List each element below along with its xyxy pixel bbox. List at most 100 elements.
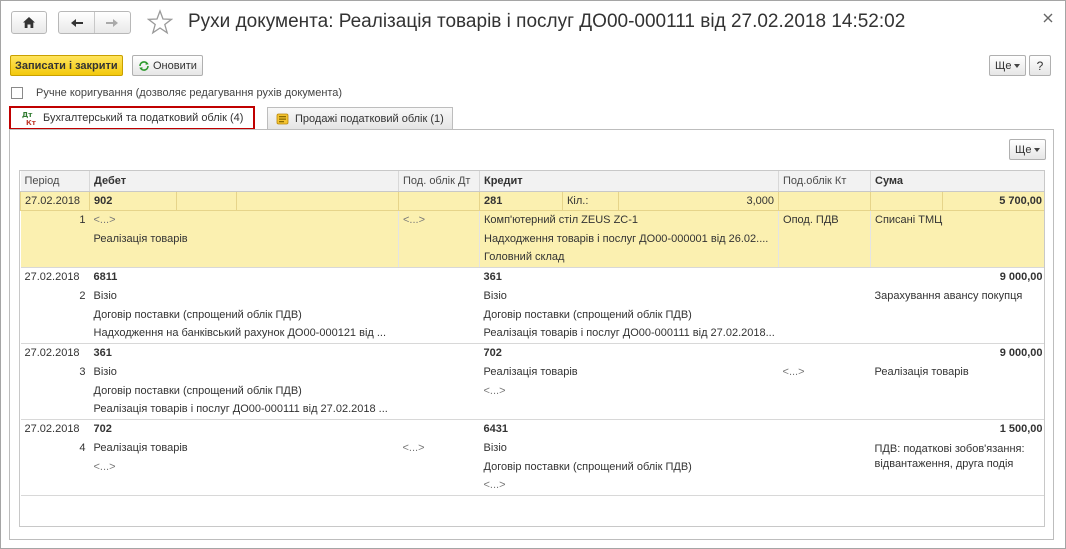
row-sum: 9 000,00 [999,346,1043,359]
chevron-down-icon [1014,63,1021,68]
credit-subconto: Головний склад [478,248,779,268]
row-content: ПДВ: податкові зобов'язання: відвантажен… [874,443,1025,470]
row-number: 1 [20,210,90,229]
svg-text:Дт: Дт [22,111,33,119]
panel-more-button[interactable]: Ще [1009,139,1047,160]
star-icon[interactable] [147,9,173,35]
debit-account: 902 [89,190,177,211]
movements-table[interactable]: Період Дебет Под. облік Дт Кредит Под.об… [19,170,1045,527]
col-tax-dt[interactable]: Под. облік Дт [398,171,480,192]
table-row[interactable]: 2 Візіо Візіо Зарахування авансу покупця [21,286,1045,305]
col-sum[interactable]: Сума [870,171,1044,192]
tab-sales-tax[interactable]: Продажі податковий облік (1) [267,107,453,129]
panel-more-label: Ще [1015,143,1032,156]
row-date: 27.02.2018 [24,346,80,359]
table-row[interactable]: Головний склад [20,248,1044,268]
debit-subconto: Реалізація товарів [89,229,399,248]
tax-kt: Опод. ПДВ [778,210,871,229]
row-sum: 1 500,00 [999,422,1043,435]
debit-subconto: Договір поставки (спрощений облік ПДВ) [93,384,302,397]
more-label: Ще [995,59,1012,72]
col-tax-kt[interactable]: Под.облік Кт [778,171,872,192]
tab-accounting-label: Бухгалтерський та податковий облік (4) [43,112,244,124]
credit-subconto: Візіо [483,289,507,302]
tab-sales-tax-label: Продажі податковий облік (1) [295,112,444,125]
tax-dt [399,267,480,286]
tax-kt: <...> [782,365,805,378]
table-row[interactable]: 1 <...> <...> Комп'ютерний стіл ZEUS ZC-… [20,210,1044,229]
arrow-right-icon [106,18,119,27]
refresh-button[interactable]: Оновити [132,55,203,76]
debit-account: 702 [93,422,112,435]
credit-subconto: Договір поставки (спрощений облік ПДВ) [483,308,692,321]
home-button[interactable] [11,11,47,34]
table-row[interactable]: 27.02.2018 902 281 Кіл.: 3,000 5 700,00 [20,190,1044,211]
col-credit[interactable]: Кредит [479,171,780,192]
row-content: Реалізація товарів [874,365,969,378]
table-row[interactable]: Договір поставки (спрощений облік ПДВ) <… [21,381,1045,400]
home-icon [23,17,35,28]
refresh-label: Оновити [153,59,197,72]
tax-dt: <...> [402,441,425,454]
table-row[interactable]: 27.02.2018 6811 361 9 000,00 [21,267,1045,286]
col-debit[interactable]: Дебет [89,171,399,192]
save-and-close-button[interactable]: Записати і закрити [10,55,123,76]
table-row[interactable]: Реалізація товарів і послуг ДО00-000111 … [20,400,1044,420]
table-row[interactable]: Надходження на банківський рахунок ДО00-… [20,324,1044,344]
debit-subconto: <...> [89,210,399,229]
tax-kt [779,267,871,286]
svg-text:Кт: Кт [26,119,37,126]
tab-panel: Ще Період Дебет Под. облік Дт Кредит Под… [9,129,1054,540]
manual-adjustment: Ручне коригування (дозволяє редагування … [11,87,342,99]
window-title: Рухи документа: Реалізація товарів і пос… [188,11,906,32]
manual-adjustment-label: Ручне коригування (дозволяє редагування … [36,87,343,99]
row-date: 27.02.2018 [20,190,90,211]
debit-subconto: Надходження на банківський рахунок ДО00-… [89,324,480,344]
tab-accounting[interactable]: Дт Кт Бухгалтерський та податковий облік… [9,106,256,130]
back-button[interactable] [59,12,94,33]
credit-account: 6431 [483,422,508,435]
tax-dt: <...> [398,210,480,229]
table-row[interactable]: 27.02.2018 361 702 9 000,00 [21,343,1045,362]
credit-subconto: Договір поставки (спрощений облік ПДВ) [483,460,692,473]
credit-subconto: Реалізація товарів [483,365,578,378]
refresh-icon [139,60,149,71]
debit-subconto: Реалізація товарів і послуг ДО00-000111 … [89,400,480,420]
movements-window: Рухи документа: Реалізація товарів і пос… [0,0,1066,549]
row-number: 2 [79,289,86,302]
debit-account: 6811 [93,270,118,283]
table-header: Період Дебет Под. облік Дт Кредит Под.об… [20,171,1044,192]
help-button[interactable]: ? [1029,55,1051,76]
credit-subconto: Комп'ютерний стіл ZEUS ZC-1 [478,210,779,229]
chevron-down-icon [1034,147,1041,152]
table-row[interactable]: 3 Візіо Реалізація товарів <...> Реаліза… [21,362,1045,381]
credit-subconto: <...> [483,384,506,397]
credit-subconto: Реалізація товарів і послуг ДО00-000111 … [479,324,871,344]
debit-account: 361 [93,346,112,359]
table-row[interactable]: 4 Реалізація товарів <...> Візіо ПДВ: по… [21,438,1045,471]
debit-subconto: Візіо [93,365,117,378]
row-date: 27.02.2018 [24,270,80,283]
forward-button[interactable] [95,12,130,33]
qty-label: Кіл.: [562,190,619,211]
table-row[interactable]: Реалізація товарів Надходження товарів і… [20,229,1044,248]
row-date: 27.02.2018 [24,422,80,435]
debit-subconto: Договір поставки (спрощений облік ПДВ) [93,308,302,321]
table-row[interactable]: Договір поставки (спрощений облік ПДВ) Д… [21,305,1045,324]
credit-account: 281 [479,190,563,211]
col-period[interactable]: Період [20,171,90,192]
close-icon[interactable] [1041,11,1055,25]
qty-value: 3,000 [617,190,780,211]
dt-kt-icon: Дт Кт [22,111,37,126]
table-row[interactable]: 27.02.2018 702 6431 1 500,00 [21,419,1045,438]
manual-adjustment-checkbox[interactable] [11,87,23,99]
debit-subconto: Візіо [93,289,117,302]
credit-subconto: Надходження товарів і послуг ДО00-000001… [478,229,779,248]
history-navigation [58,11,131,34]
more-menu-button[interactable]: Ще [989,55,1027,76]
toolbar: Записати і закрити Оновити Ще ? [10,55,1054,77]
table-row[interactable]: <...> [20,476,1044,496]
tax-dt [399,343,480,362]
row-content: Списані ТМЦ [870,210,1044,229]
title-bar: Рухи документа: Реалізація товарів і пос… [1,1,1065,45]
